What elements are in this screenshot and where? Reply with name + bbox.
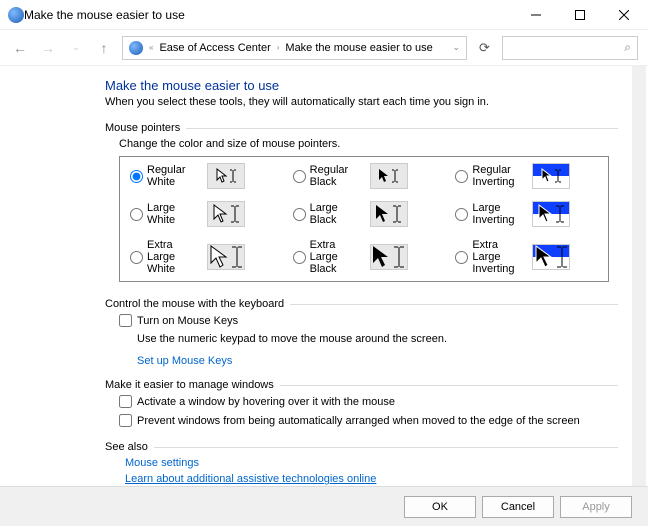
chevron-icon: › bbox=[277, 43, 280, 52]
pointer-option-regular-white[interactable]: Regular White bbox=[120, 157, 283, 195]
navbar: ← → ⌄ ↑ « Ease of Access Center › Make t… bbox=[0, 30, 648, 66]
breadcrumb-item[interactable]: Make the mouse easier to use bbox=[285, 42, 432, 54]
page-subtitle: When you select these tools, they will a… bbox=[105, 96, 618, 108]
close-button[interactable] bbox=[602, 0, 646, 30]
window-controls bbox=[514, 0, 646, 30]
cursor-preview bbox=[370, 201, 408, 227]
refresh-button[interactable]: ⟳ bbox=[475, 40, 494, 56]
cursor-preview bbox=[370, 163, 408, 189]
section-desc: Change the color and size of mouse point… bbox=[105, 138, 618, 150]
cursor-preview bbox=[207, 163, 245, 189]
breadcrumb[interactable]: « Ease of Access Center › Make the mouse… bbox=[122, 36, 467, 60]
pointer-option-regular-inverting[interactable]: Regular Inverting bbox=[445, 157, 608, 195]
pointer-option-xl-white[interactable]: Extra Large White bbox=[120, 233, 283, 281]
footer: OK Cancel Apply bbox=[0, 486, 648, 526]
section-header: Make it easier to manage windows bbox=[105, 379, 618, 391]
section-header: Mouse pointers bbox=[105, 122, 618, 134]
maximize-button[interactable] bbox=[558, 0, 602, 30]
mouse-keys-desc: Use the numeric keypad to move the mouse… bbox=[105, 333, 618, 345]
location-icon bbox=[129, 41, 143, 55]
cancel-button[interactable]: Cancel bbox=[482, 496, 554, 518]
pointer-option-large-black[interactable]: Large Black bbox=[283, 195, 446, 233]
pointer-option-large-inverting[interactable]: Large Inverting bbox=[445, 195, 608, 233]
cursor-preview bbox=[532, 201, 570, 227]
pointer-option-xl-black[interactable]: Extra Large Black bbox=[283, 233, 446, 281]
cursor-preview bbox=[532, 163, 570, 189]
pointer-option-xl-inverting[interactable]: Extra Large Inverting bbox=[445, 233, 608, 281]
up-button[interactable]: ↑ bbox=[94, 38, 114, 58]
titlebar: Make the mouse easier to use bbox=[0, 0, 648, 30]
back-button[interactable]: ← bbox=[10, 38, 30, 58]
recent-button[interactable]: ⌄ bbox=[66, 38, 86, 58]
ok-button[interactable]: OK bbox=[404, 496, 476, 518]
cursor-preview bbox=[370, 244, 408, 270]
search-icon: ⌕ bbox=[624, 40, 631, 55]
scrollbar[interactable] bbox=[632, 66, 646, 486]
search-input[interactable]: ⌕ bbox=[502, 36, 638, 60]
mouse-keys-checkbox[interactable]: Turn on Mouse Keys bbox=[105, 314, 618, 327]
section-header: Control the mouse with the keyboard bbox=[105, 298, 618, 310]
cursor-preview bbox=[207, 201, 245, 227]
page-title: Make the mouse easier to use bbox=[105, 78, 618, 93]
prevent-arrange-checkbox[interactable]: Prevent windows from being automatically… bbox=[105, 414, 618, 427]
breadcrumb-item[interactable]: Ease of Access Center bbox=[159, 42, 270, 54]
pointer-option-regular-black[interactable]: Regular Black bbox=[283, 157, 446, 195]
cursor-preview bbox=[207, 244, 245, 270]
apply-button[interactable]: Apply bbox=[560, 496, 632, 518]
minimize-button[interactable] bbox=[514, 0, 558, 30]
forward-button[interactable]: → bbox=[38, 38, 58, 58]
app-icon bbox=[8, 7, 24, 23]
pointer-grid: Regular White Regular Black Regular Inve… bbox=[119, 156, 609, 282]
mouse-settings-link[interactable]: Mouse settings bbox=[105, 457, 618, 469]
setup-mouse-keys-link[interactable]: Set up Mouse Keys bbox=[105, 355, 618, 367]
chevron-icon: « bbox=[149, 43, 153, 52]
window-title: Make the mouse easier to use bbox=[24, 8, 514, 22]
chevron-down-icon[interactable]: ⌄ bbox=[452, 42, 460, 53]
pointer-option-large-white[interactable]: Large White bbox=[120, 195, 283, 233]
assistive-tech-link[interactable]: Learn about additional assistive technol… bbox=[105, 473, 618, 485]
content: Make the mouse easier to use When you se… bbox=[0, 66, 648, 486]
cursor-preview bbox=[532, 244, 570, 270]
section-header: See also bbox=[105, 441, 618, 453]
activate-hover-checkbox[interactable]: Activate a window by hovering over it wi… bbox=[105, 395, 618, 408]
